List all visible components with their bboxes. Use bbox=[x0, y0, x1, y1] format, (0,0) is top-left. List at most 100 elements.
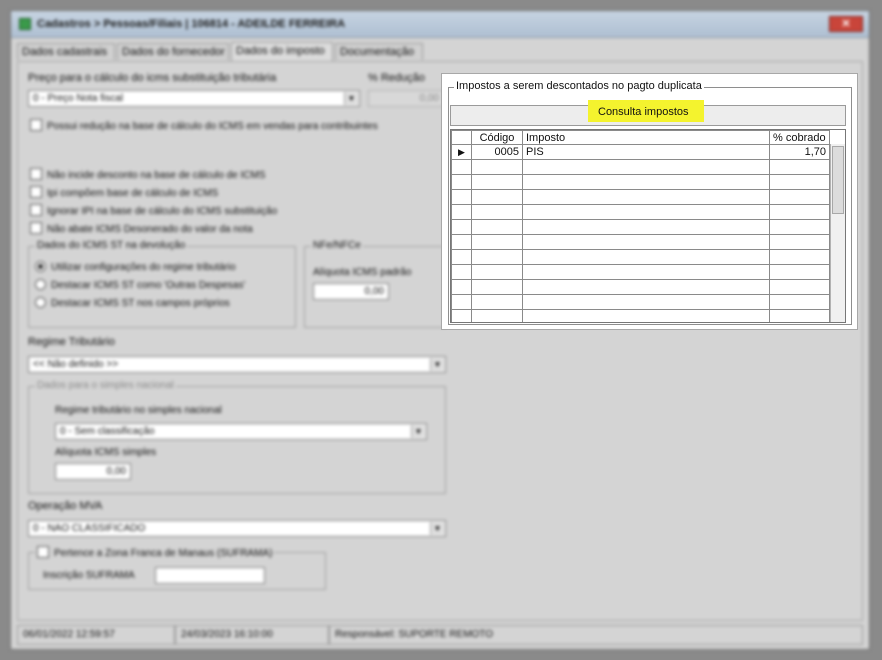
nao-incide-checkbox[interactable]: Não incide desconto na base de cálculo d… bbox=[30, 168, 265, 181]
vertical-scrollbar[interactable] bbox=[830, 144, 845, 322]
cell-imposto[interactable] bbox=[522, 159, 770, 175]
possui-reducao-checkbox[interactable]: Possui redução na base de cálculo do ICM… bbox=[30, 119, 378, 132]
nfe-group: NFe/NFCe Alíquota ICMS padrão 0,00 bbox=[304, 240, 446, 328]
impostos-legend: Impostos a serem descontados no pagto du… bbox=[454, 80, 704, 92]
cell-cobrado[interactable] bbox=[769, 204, 830, 220]
cell-imposto[interactable] bbox=[522, 279, 770, 295]
status-updated: 24/03/2023 16:10:00 bbox=[175, 625, 329, 645]
reducao-field[interactable]: 0,00 bbox=[368, 90, 444, 107]
preco-select-value: 0 - Preço Nota fiscal bbox=[33, 93, 124, 104]
check-label: Ignorar IPI na base de cálculo do ICMS s… bbox=[47, 206, 278, 217]
cell-codigo[interactable] bbox=[471, 219, 523, 235]
header-cobrado[interactable]: % cobrado bbox=[769, 130, 830, 145]
cell-imposto[interactable] bbox=[522, 204, 770, 220]
cell-codigo[interactable] bbox=[471, 234, 523, 250]
cell-cobrado[interactable] bbox=[769, 264, 830, 280]
checkbox-box bbox=[30, 204, 42, 216]
header-imposto[interactable]: Imposto bbox=[522, 130, 770, 145]
cell-imposto[interactable]: PIS bbox=[522, 144, 770, 160]
cell-imposto[interactable] bbox=[522, 189, 770, 205]
cell-codigo[interactable]: 0005 bbox=[471, 144, 523, 160]
cell-cobrado[interactable] bbox=[769, 279, 830, 295]
cell-codigo[interactable] bbox=[471, 189, 523, 205]
radio-outras-despesas[interactable]: Destacar ICMS ST como 'Outras Despesas' bbox=[35, 279, 245, 291]
radio-campos-proprios[interactable]: Destacar ICMS ST nos campos próprios bbox=[35, 297, 230, 309]
checkbox-box bbox=[37, 546, 49, 558]
cell-codigo[interactable] bbox=[471, 279, 523, 295]
cell-cobrado[interactable] bbox=[769, 174, 830, 190]
nao-abate-checkbox[interactable]: Não abate ICMS Desonerado do valor da no… bbox=[30, 222, 253, 235]
table-row[interactable] bbox=[451, 294, 830, 310]
aliquota-padrao-field[interactable]: 0,00 bbox=[313, 283, 389, 300]
table-row[interactable]: ▶ 0005 PIS 1,70 bbox=[451, 144, 830, 160]
operacao-select-value: 0 - NAO CLASSIFICADO bbox=[33, 523, 146, 534]
cell-codigo[interactable] bbox=[471, 174, 523, 190]
cell-codigo[interactable] bbox=[471, 264, 523, 280]
cell-imposto[interactable] bbox=[522, 174, 770, 190]
tab-documentacao[interactable]: Documentação bbox=[335, 43, 423, 60]
window-title: Cadastros > Pessoas/Filiais | 106814 - A… bbox=[37, 18, 346, 30]
regime-simples-select[interactable]: 0 - Sem classificação ▼ bbox=[55, 423, 427, 440]
suframa-legend[interactable]: Pertence a Zona Franca de Manaus (SUFRAM… bbox=[35, 546, 275, 559]
checkbox-box bbox=[30, 168, 42, 180]
aliquota-simples-field[interactable]: 0,00 bbox=[55, 463, 131, 480]
preco-select[interactable]: 0 - Preço Nota fiscal ▼ bbox=[28, 90, 360, 107]
cell-codigo[interactable] bbox=[471, 159, 523, 175]
ipi-compoem-checkbox[interactable]: Ipi compõem base de cálculo de ICMS bbox=[30, 186, 218, 199]
cell-imposto[interactable] bbox=[522, 294, 770, 310]
close-button[interactable]: ✕ bbox=[829, 16, 863, 32]
table-row[interactable] bbox=[451, 174, 830, 190]
cell-cobrado[interactable] bbox=[769, 249, 830, 265]
cell-cobrado[interactable] bbox=[769, 294, 830, 310]
tab-dados-fornecedor[interactable]: Dados do fornecedor bbox=[117, 43, 229, 60]
reducao-label: % Redução bbox=[368, 72, 425, 84]
operacao-select[interactable]: 0 - NAO CLASSIFICADO ▼ bbox=[28, 520, 446, 537]
status-bar: 06/01/2022 12:59:57 24/03/2023 16:10:00 … bbox=[17, 625, 863, 645]
cell-codigo[interactable] bbox=[471, 249, 523, 265]
radio-dot bbox=[35, 261, 46, 272]
status-created: 06/01/2022 12:59:57 bbox=[17, 625, 175, 645]
table-row[interactable] bbox=[451, 159, 830, 175]
radio-utilizar-config[interactable]: Utilizar configurações do regime tributá… bbox=[35, 261, 236, 273]
table-row[interactable] bbox=[451, 309, 830, 322]
row-indicator bbox=[451, 159, 472, 175]
cell-cobrado[interactable] bbox=[769, 234, 830, 250]
row-indicator bbox=[451, 234, 472, 250]
table-header-row: Código Imposto % cobrado bbox=[451, 130, 830, 145]
cell-cobrado[interactable] bbox=[769, 219, 830, 235]
cell-cobrado[interactable]: 1,70 bbox=[769, 144, 830, 160]
table-row[interactable] bbox=[451, 234, 830, 250]
row-indicator bbox=[451, 219, 472, 235]
impostos-grid[interactable]: Código Imposto % cobrado ▶ 0005 PIS 1,70 bbox=[450, 129, 846, 323]
tab-dados-imposto[interactable]: Dados do imposto bbox=[231, 42, 333, 61]
cell-imposto[interactable] bbox=[522, 219, 770, 235]
checkbox-box bbox=[30, 186, 42, 198]
ignorar-ipi-checkbox[interactable]: Ignorar IPI na base de cálculo do ICMS s… bbox=[30, 204, 277, 217]
regime-select-value: << Não definido >> bbox=[33, 359, 119, 370]
cell-imposto[interactable] bbox=[522, 264, 770, 280]
cell-cobrado[interactable] bbox=[769, 309, 830, 322]
cell-cobrado[interactable] bbox=[769, 189, 830, 205]
table-row[interactable] bbox=[451, 279, 830, 295]
cell-imposto[interactable] bbox=[522, 309, 770, 322]
cell-cobrado[interactable] bbox=[769, 159, 830, 175]
suframa-inscricao-field[interactable] bbox=[155, 567, 265, 584]
cell-imposto[interactable] bbox=[522, 249, 770, 265]
possui-reducao-label: Possui redução na base de cálculo do ICM… bbox=[47, 121, 378, 132]
table-row[interactable] bbox=[451, 189, 830, 205]
scrollbar-thumb[interactable] bbox=[832, 146, 844, 214]
consulta-impostos-button[interactable]: Consulta impostos bbox=[450, 100, 846, 126]
table-row[interactable] bbox=[451, 204, 830, 220]
table-row[interactable] bbox=[451, 249, 830, 265]
cell-codigo[interactable] bbox=[471, 294, 523, 310]
cell-codigo[interactable] bbox=[471, 204, 523, 220]
regime-select[interactable]: << Não definido >> ▼ bbox=[28, 356, 446, 373]
cell-codigo[interactable] bbox=[471, 309, 523, 322]
check-label: Ipi compõem base de cálculo de ICMS bbox=[47, 188, 219, 199]
cell-imposto[interactable] bbox=[522, 234, 770, 250]
tab-dados-cadastrais[interactable]: Dados cadastrais bbox=[17, 43, 115, 60]
app-icon bbox=[19, 18, 31, 30]
table-row[interactable] bbox=[451, 264, 830, 280]
header-codigo[interactable]: Código bbox=[471, 130, 523, 145]
table-row[interactable] bbox=[451, 219, 830, 235]
